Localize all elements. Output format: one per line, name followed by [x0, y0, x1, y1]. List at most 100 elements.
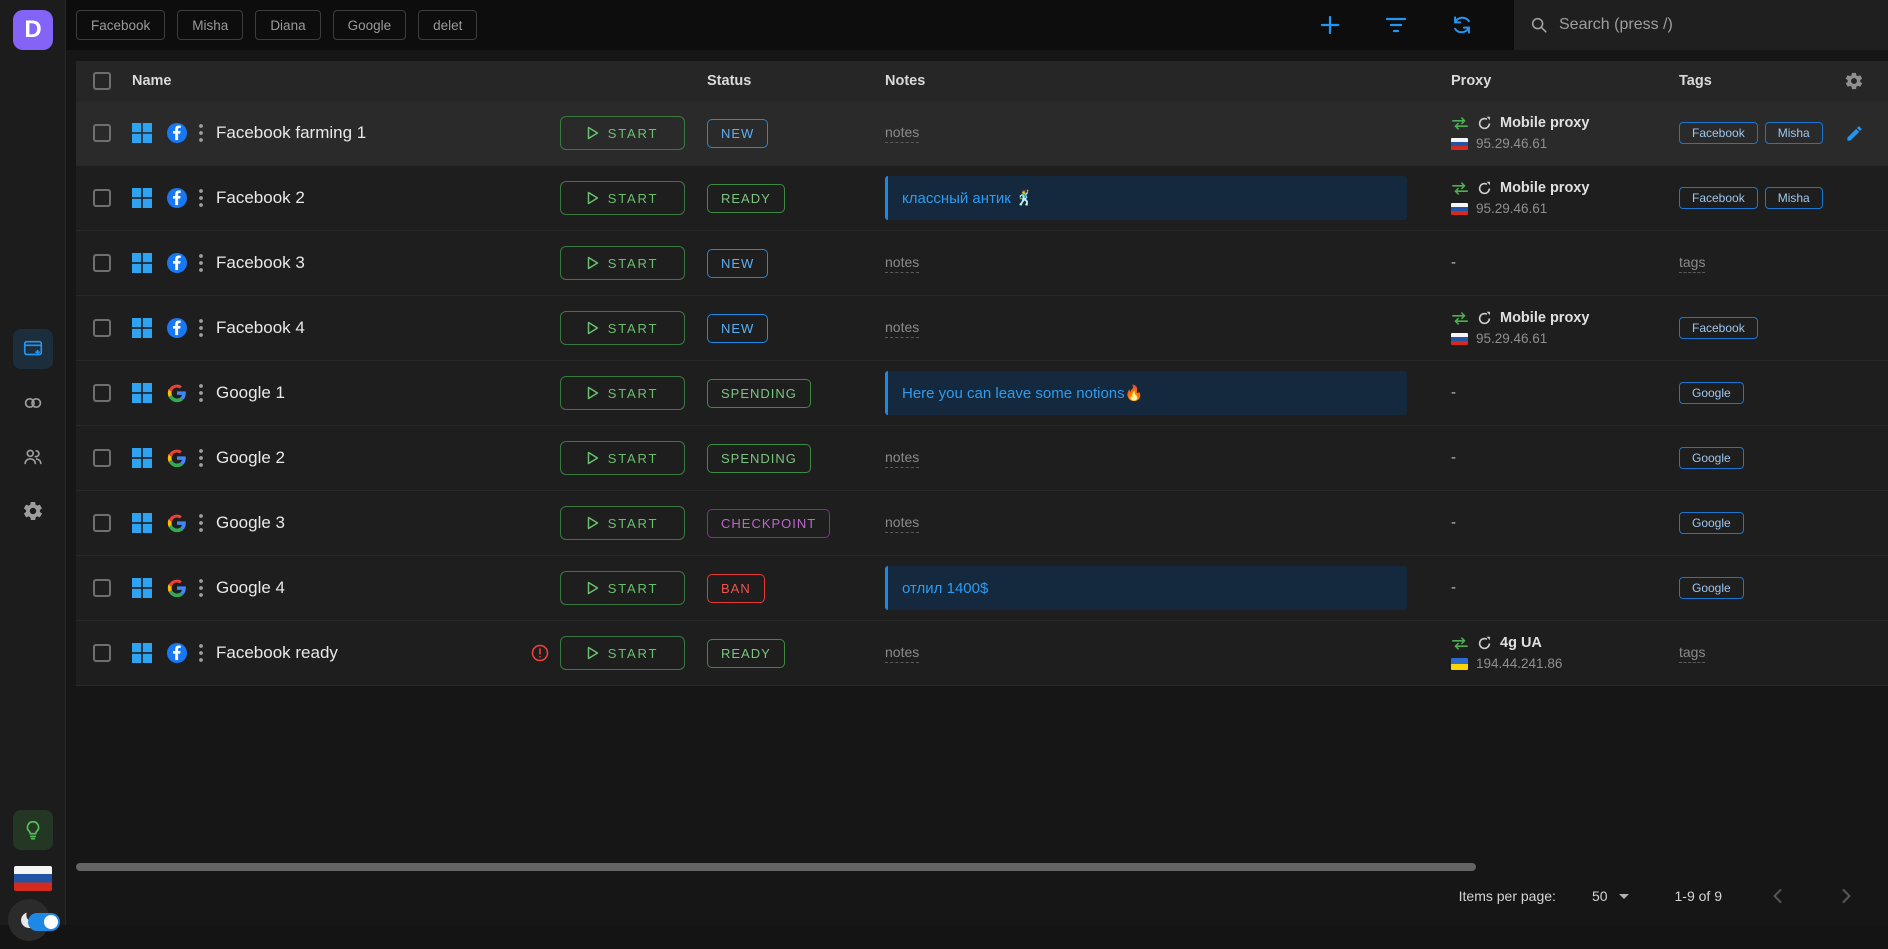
start-button[interactable]: START: [560, 246, 685, 280]
edit-button[interactable]: [1845, 124, 1864, 143]
tags-placeholder[interactable]: tags: [1679, 254, 1705, 273]
row-checkbox[interactable]: [93, 579, 111, 597]
tag-chip[interactable]: Facebook: [1679, 187, 1758, 209]
note-box[interactable]: отлил 1400$: [885, 566, 1407, 610]
windows-icon: [132, 643, 152, 663]
tag-chip[interactable]: Misha: [1765, 122, 1823, 144]
rotate-icon[interactable]: [1477, 636, 1492, 651]
search-input[interactable]: [1559, 16, 1872, 34]
swap-icon[interactable]: [1451, 636, 1469, 651]
status-badge: SPENDING: [707, 379, 811, 408]
start-button[interactable]: START: [560, 571, 685, 605]
start-button[interactable]: START: [560, 636, 685, 670]
status-badge: BAN: [707, 574, 765, 603]
sidebar-item-settings[interactable]: [13, 491, 53, 531]
google-icon: [167, 383, 187, 403]
tag-chip[interactable]: Misha: [1765, 187, 1823, 209]
filter-button[interactable]: [1382, 11, 1410, 39]
row-checkbox[interactable]: [93, 384, 111, 402]
row-menu-button[interactable]: [199, 254, 203, 272]
filter-chip-delet[interactable]: delet: [418, 10, 477, 40]
previous-page-button[interactable]: [1766, 884, 1790, 908]
tags-placeholder[interactable]: tags: [1679, 644, 1705, 663]
row-menu-button[interactable]: [199, 449, 203, 467]
tag-chip[interactable]: Google: [1679, 382, 1744, 404]
swap-icon[interactable]: [1451, 116, 1469, 131]
table-row[interactable]: Google 2 START SPENDING notes: [76, 426, 1888, 491]
table-row[interactable]: Facebook 4 START NEW notes: [76, 296, 1888, 361]
table-settings-button[interactable]: [1844, 71, 1864, 91]
table-row[interactable]: Facebook 3 START NEW notes: [76, 231, 1888, 296]
table-row[interactable]: Google 1 START SPENDING Here you can lea…: [76, 361, 1888, 426]
refresh-button[interactable]: [1448, 11, 1476, 39]
gear-icon: [1844, 71, 1864, 91]
tag-chip[interactable]: Facebook: [1679, 317, 1758, 339]
row-checkbox[interactable]: [93, 319, 111, 337]
rotate-icon[interactable]: [1477, 311, 1492, 326]
help-button[interactable]: [13, 810, 53, 850]
notes-placeholder[interactable]: notes: [885, 644, 919, 663]
row-menu-button[interactable]: [199, 189, 203, 207]
row-checkbox[interactable]: [93, 124, 111, 142]
row-checkbox[interactable]: [93, 189, 111, 207]
select-all-checkbox[interactable]: [93, 72, 111, 90]
theme-switch[interactable]: [28, 913, 60, 931]
proxy-info: Mobile proxy 95.29.46.61: [1451, 310, 1679, 346]
tag-chip[interactable]: Google: [1679, 512, 1744, 534]
notes-placeholder[interactable]: notes: [885, 319, 919, 338]
row-checkbox[interactable]: [93, 514, 111, 532]
filter-chip-diana[interactable]: Diana: [255, 10, 320, 40]
table-row[interactable]: Google 3 START CHECKPOINT notes: [76, 491, 1888, 556]
filter-chip-google[interactable]: Google: [333, 10, 407, 40]
row-checkbox[interactable]: [93, 254, 111, 272]
notes-placeholder[interactable]: notes: [885, 449, 919, 468]
play-icon: [587, 451, 599, 465]
add-profile-button[interactable]: [1316, 11, 1344, 39]
filter-chip-misha[interactable]: Misha: [177, 10, 243, 40]
note-box[interactable]: классный антик 🕺: [885, 176, 1407, 220]
table-row[interactable]: Facebook farming 1 START NEW notes: [76, 101, 1888, 166]
tag-chip[interactable]: Facebook: [1679, 122, 1758, 144]
start-button[interactable]: START: [560, 506, 685, 540]
sidebar-item-profiles[interactable]: [13, 329, 53, 369]
start-button[interactable]: START: [560, 376, 685, 410]
sidebar-item-team[interactable]: [13, 437, 53, 477]
table-header-row: Name Status Notes Proxy Tags: [76, 61, 1888, 101]
rotate-icon[interactable]: [1477, 116, 1492, 131]
sidebar-item-proxies[interactable]: [13, 383, 53, 423]
filter-chip-facebook[interactable]: Facebook: [76, 10, 165, 40]
tag-chip[interactable]: Google: [1679, 447, 1744, 469]
row-checkbox[interactable]: [93, 644, 111, 662]
start-button[interactable]: START: [560, 441, 685, 475]
notes-placeholder[interactable]: notes: [885, 124, 919, 143]
notes-placeholder[interactable]: notes: [885, 254, 919, 273]
tag-chip[interactable]: Google: [1679, 577, 1744, 599]
start-button[interactable]: START: [560, 116, 685, 150]
start-button[interactable]: START: [560, 181, 685, 215]
row-menu-button[interactable]: [199, 644, 203, 662]
row-menu-button[interactable]: [199, 384, 203, 402]
note-box[interactable]: Here you can leave some notions🔥: [885, 371, 1407, 415]
row-menu-button[interactable]: [199, 319, 203, 337]
theme-toggle[interactable]: [8, 899, 64, 949]
table-row[interactable]: Facebook 2 START READY классный антик 🕺: [76, 166, 1888, 231]
scrollbar-thumb[interactable]: [76, 863, 1476, 871]
rotate-icon[interactable]: [1477, 181, 1492, 196]
swap-icon[interactable]: [1451, 181, 1469, 196]
row-menu-button[interactable]: [199, 579, 203, 597]
ru-flag-icon[interactable]: [14, 866, 52, 891]
row-checkbox[interactable]: [93, 449, 111, 467]
row-menu-button[interactable]: [199, 514, 203, 532]
next-page-button[interactable]: [1834, 884, 1858, 908]
items-per-page-select[interactable]: 50: [1592, 888, 1629, 904]
column-header-tags: Tags: [1679, 73, 1712, 89]
table-row[interactable]: Facebook ready START READY notes: [76, 621, 1888, 686]
table-row[interactable]: Google 4 START BAN отлил 1400$: [76, 556, 1888, 621]
note-text: классный антик 🕺: [902, 189, 1034, 207]
start-button[interactable]: START: [560, 311, 685, 345]
windows-icon: [132, 188, 152, 208]
swap-icon[interactable]: [1451, 311, 1469, 326]
row-menu-button[interactable]: [199, 124, 203, 142]
notes-placeholder[interactable]: notes: [885, 514, 919, 533]
app-logo[interactable]: D: [13, 10, 53, 50]
